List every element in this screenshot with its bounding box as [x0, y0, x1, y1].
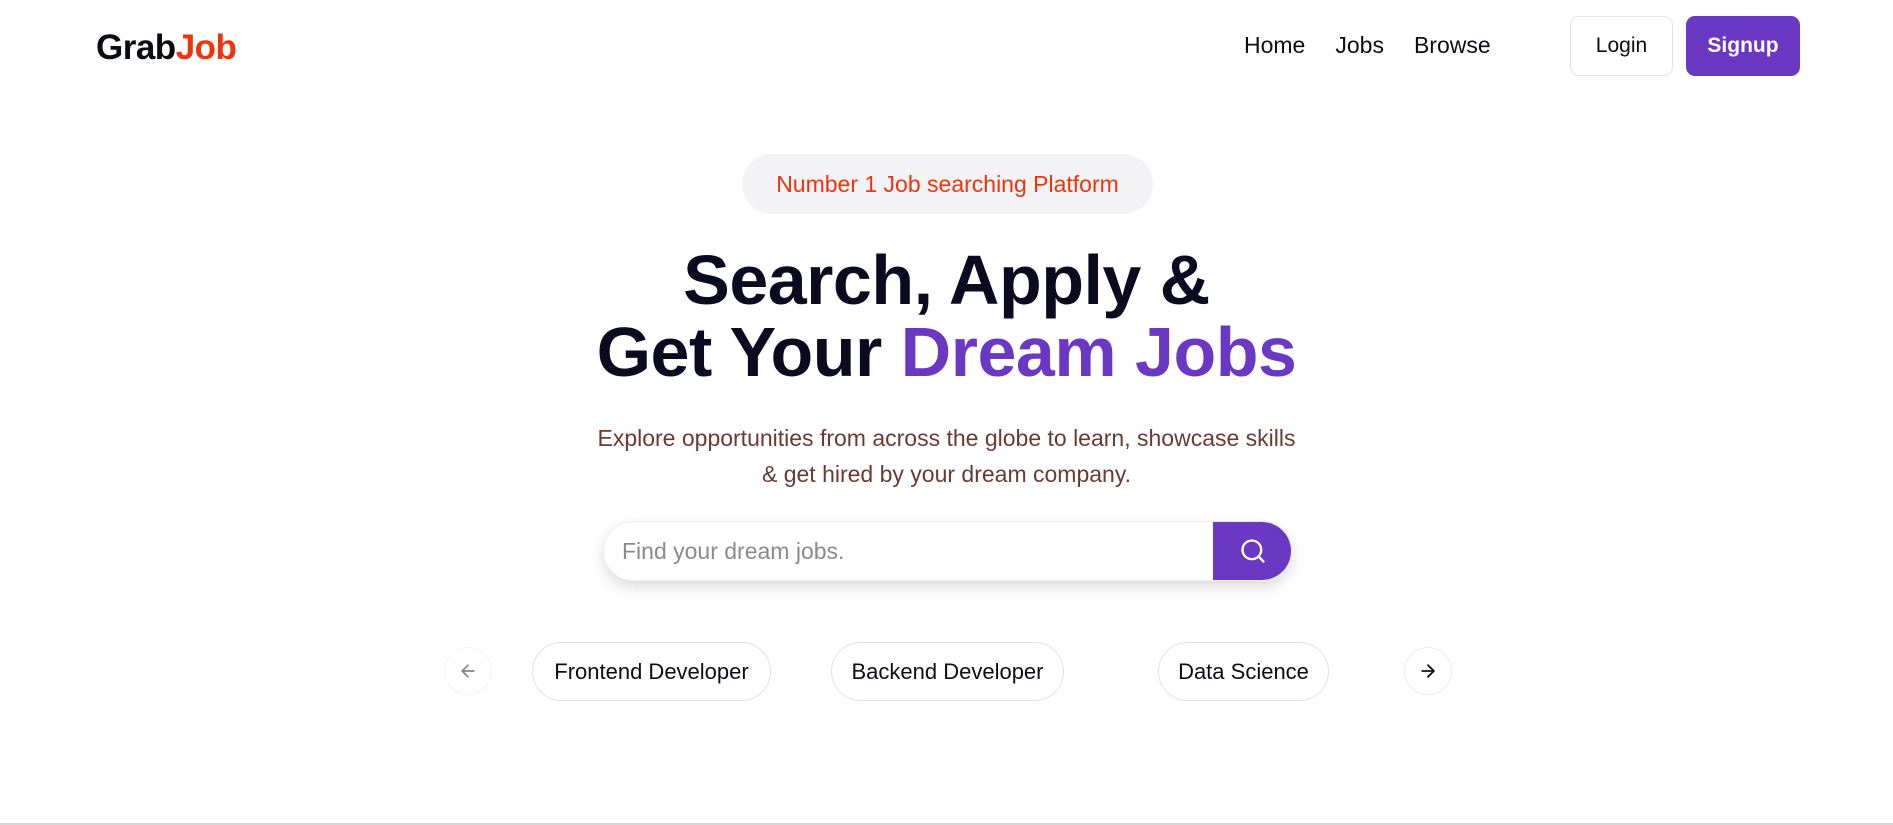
search-button[interactable]	[1213, 522, 1291, 580]
login-button[interactable]: Login	[1570, 16, 1673, 76]
hero-headline: Search, Apply & Get Your Dream Jobs	[0, 244, 1893, 388]
headline-line-2-accent: Dream Jobs	[900, 313, 1297, 391]
main-nav: Home Jobs Browse	[1244, 32, 1491, 59]
nav-jobs-link[interactable]: Jobs	[1335, 32, 1384, 59]
job-search-bar	[603, 521, 1292, 581]
platform-badge: Number 1 Job searching Platform	[742, 154, 1153, 214]
signup-button[interactable]: Signup	[1686, 16, 1800, 76]
carousel-next-button[interactable]	[1404, 647, 1452, 695]
nav-home-link[interactable]: Home	[1244, 32, 1305, 59]
logo-text-grab: Grab	[96, 28, 176, 67]
header: GrabJob Home Jobs Browse Login Signup	[0, 0, 1893, 95]
carousel-prev-button[interactable]	[444, 647, 492, 695]
arrow-left-icon	[461, 664, 475, 678]
category-chip-frontend[interactable]: Frontend Developer	[532, 642, 771, 701]
page: GrabJob Home Jobs Browse Login Signup Nu…	[0, 0, 1893, 825]
arrow-right-icon	[1421, 664, 1435, 678]
category-chip-backend[interactable]: Backend Developer	[831, 642, 1064, 701]
job-search-input[interactable]	[604, 522, 1214, 580]
logo-text-job: Job	[175, 28, 237, 67]
nav-browse-link[interactable]: Browse	[1414, 32, 1491, 59]
search-icon	[1240, 539, 1265, 563]
subtitle-line-2: & get hired by your dream company.	[761, 461, 1132, 487]
subtitle-line-1: Explore opportunities from across the gl…	[597, 425, 1296, 451]
hero-subtitle: Explore opportunities from across the gl…	[0, 420, 1893, 492]
logo[interactable]: GrabJob	[96, 28, 237, 68]
headline-line-1: Search, Apply &	[683, 241, 1210, 319]
headline-line-2-plain: Get Your	[596, 313, 901, 391]
category-chip-data-science[interactable]: Data Science	[1158, 642, 1329, 701]
